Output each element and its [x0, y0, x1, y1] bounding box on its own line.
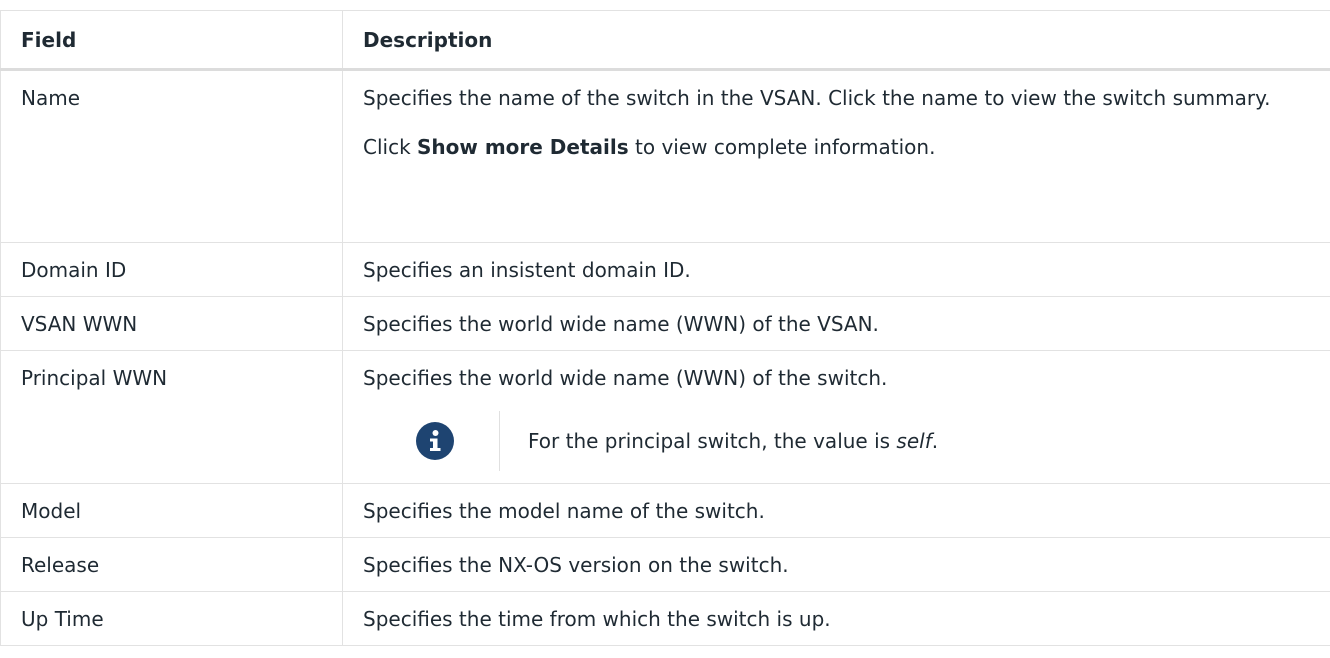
description-cell: Specifies an insistent domain ID.: [342, 242, 1330, 297]
note-callout: For the principal switch, the value is s…: [363, 411, 1320, 473]
show-more-details-text: Show more Details: [417, 135, 629, 159]
description-text: Specifies the time from which the switch…: [363, 607, 831, 631]
table-row: Release Specifies the NX-OS version on t…: [0, 537, 1330, 592]
field-cell: Up Time: [0, 591, 343, 646]
table-row: Model Specifies the model name of the sw…: [0, 483, 1330, 538]
document-page: Field Description Name Specifies the nam…: [0, 0, 1330, 658]
description-cell: Specifies the NX-OS version on the switc…: [342, 537, 1330, 592]
description-text: Specifies the world wide name (WWN) of t…: [363, 312, 879, 336]
header-description: Description: [342, 10, 1330, 71]
field-cell: Domain ID: [0, 242, 343, 297]
description-cell: Specifies the name of the switch in the …: [342, 69, 1330, 243]
header-field: Field: [0, 10, 343, 71]
table-header: Field Description: [0, 10, 1330, 71]
field-cell: VSAN WWN: [0, 296, 343, 351]
table-body: Name Specifies the name of the switch in…: [0, 69, 1330, 646]
note-text: For the principal switch, the value is s…: [500, 425, 938, 457]
extra-prefix: Click: [363, 135, 418, 159]
field-cell: Model: [0, 483, 343, 538]
table-row: Domain ID Specifies an insistent domain …: [0, 242, 1330, 297]
field-cell: Name: [0, 69, 343, 243]
description-cell: Specifies the world wide name (WWN) of t…: [342, 350, 1330, 484]
extra-suffix: to view complete information.: [628, 135, 936, 159]
note-icon-container: [371, 411, 500, 471]
note-suffix: .: [931, 429, 939, 453]
table-row: Name Specifies the name of the switch in…: [0, 69, 1330, 243]
table-row: VSAN WWN Specifies the world wide name (…: [0, 296, 1330, 351]
field-cell: Principal WWN: [0, 350, 343, 484]
description-text: Specifies the NX-OS version on the switc…: [363, 553, 789, 577]
field-description-table: Field Description Name Specifies the nam…: [0, 10, 1330, 646]
description-text: Specifies an insistent domain ID.: [363, 258, 691, 282]
description-cell: Specifies the time from which the switch…: [342, 591, 1330, 646]
description-cell: Specifies the world wide name (WWN) of t…: [342, 296, 1330, 351]
note-italic: self: [896, 429, 932, 453]
table-row: Principal WWN Specifies the world wide n…: [0, 350, 1330, 484]
description-cell: Specifies the model name of the switch.: [342, 483, 1330, 538]
description-text: Specifies the name of the switch in the …: [363, 86, 1271, 110]
field-cell: Release: [0, 537, 343, 592]
description-text: Specifies the world wide name (WWN) of t…: [363, 366, 888, 390]
info-icon: [416, 422, 454, 460]
header-row: Field Description: [0, 10, 1330, 71]
description-extra: Click Show more Details to view complete…: [363, 131, 1320, 163]
table-row: Up Time Specifies the time from which th…: [0, 591, 1330, 646]
description-text: Specifies the model name of the switch.: [363, 499, 765, 523]
note-prefix: For the principal switch, the value is: [528, 429, 897, 453]
